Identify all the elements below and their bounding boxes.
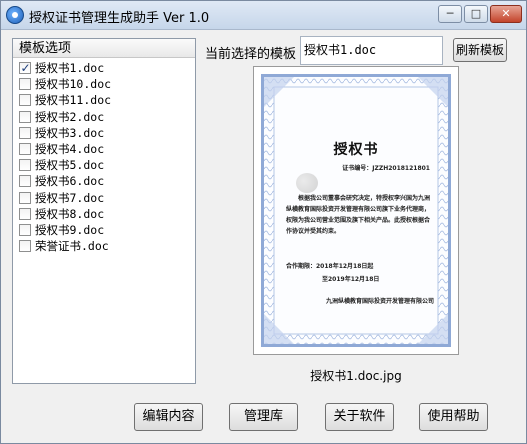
template-item[interactable]: 授权书7.doc (13, 190, 195, 206)
certificate-preview: 授权书 证书编号：JZZH2018121801 根据我公司董事会研究决定，特授权… (253, 66, 459, 355)
close-button[interactable]: ✕ (490, 5, 522, 23)
certificate-emblem-icon (296, 173, 318, 193)
minimize-icon: ─ (446, 7, 454, 20)
template-item-label: 授权书10.doc (35, 77, 112, 92)
template-checkbox[interactable] (19, 223, 31, 236)
template-listbox[interactable]: 模板选项 授权书1.doc 授权书10.doc 授权书11.doc 授权书2.d… (12, 38, 196, 384)
certificate-image: 授权书 证书编号：JZZH2018121801 根据我公司董事会研究决定，特授权… (261, 74, 451, 347)
template-checkbox[interactable] (19, 207, 31, 220)
template-item[interactable]: 荣誉证书.doc (13, 238, 195, 254)
edit-content-button[interactable]: 编辑内容 (134, 403, 203, 431)
template-item-label: 授权书3.doc (35, 125, 105, 140)
template-checkbox[interactable] (19, 94, 31, 107)
certificate-body-text: 根据我公司董事会研究决定，特授权李兴国为九洲纵横教育国际投资开发管理有限公司旗下… (286, 195, 431, 235)
template-item[interactable]: 授权书5.doc (13, 157, 195, 173)
help-button[interactable]: 使用帮助 (419, 403, 488, 431)
certificate-period-end: 至2019年12月18日 (322, 276, 380, 283)
template-checkbox[interactable] (19, 110, 31, 123)
template-item[interactable]: 授权书1.doc (13, 60, 195, 76)
title-bar[interactable]: 授权证书管理生成助手 Ver 1.0 ─ □ ✕ (1, 1, 526, 30)
template-item[interactable]: 授权书11.doc (13, 92, 195, 108)
maximize-icon: □ (470, 7, 482, 20)
template-item[interactable]: 授权书9.doc (13, 222, 195, 238)
template-item-label: 荣誉证书.doc (35, 239, 109, 254)
template-item-label: 授权书1.doc (35, 61, 105, 75)
app-logo-icon (6, 6, 24, 24)
certificate-period-start: 合作期限：2018年12月18日起 (286, 263, 374, 270)
minimize-button[interactable]: ─ (438, 5, 462, 23)
template-item-label: 授权书8.doc (35, 206, 105, 221)
close-icon: ✕ (501, 7, 511, 20)
template-item[interactable]: 授权书6.doc (13, 173, 195, 189)
template-item-label: 授权书6.doc (35, 174, 105, 189)
template-item[interactable]: 授权书4.doc (13, 141, 195, 157)
certificate-title: 授权书 (333, 142, 379, 158)
template-checkbox[interactable] (19, 78, 31, 91)
about-software-button[interactable]: 关于软件 (325, 403, 394, 431)
template-item[interactable]: 授权书2.doc (13, 109, 195, 125)
template-checkbox[interactable] (19, 159, 31, 172)
template-item[interactable]: 授权书8.doc (13, 206, 195, 222)
maximize-button[interactable]: □ (464, 5, 488, 23)
template-item-label: 授权书5.doc (35, 158, 105, 173)
current-template-field[interactable]: 授权书1.doc (300, 36, 443, 65)
template-item-label: 授权书4.doc (35, 141, 105, 156)
template-checkbox[interactable] (19, 191, 31, 204)
certificate-body: 根据我公司董事会研究决定，特授权李兴国为九洲纵横教育国际投资开发管理有限公司旗下… (286, 193, 432, 237)
certificate-number: 证书编号：JZZH2018121801 (342, 165, 430, 172)
current-template-label: 当前选择的模板 (205, 47, 297, 62)
template-item-label: 授权书7.doc (35, 190, 105, 205)
template-item-label: 授权书2.doc (35, 109, 105, 124)
refresh-templates-button[interactable]: 刷新模板 (453, 38, 507, 62)
template-checkbox[interactable] (19, 175, 31, 188)
template-list-items: 授权书1.doc 授权书10.doc 授权书11.doc 授权书2.doc 授权… (13, 60, 195, 254)
window-title: 授权证书管理生成助手 Ver 1.0 (29, 11, 210, 26)
template-item[interactable]: 授权书10.doc (13, 76, 195, 92)
template-item-label: 授权书9.doc (35, 222, 105, 237)
preview-caption: 授权书1.doc.jpg (310, 369, 402, 383)
template-item[interactable]: 授权书3.doc (13, 125, 195, 141)
manage-library-button[interactable]: 管理库 (229, 403, 298, 431)
template-checkbox[interactable] (19, 240, 31, 253)
template-checkbox[interactable] (19, 60, 31, 76)
main-window: 授权证书管理生成助手 Ver 1.0 ─ □ ✕ 模板选项 授权书1.doc 授… (0, 0, 527, 444)
certificate-organization: 九洲纵横教育国际投资开发管理有限公司 (325, 298, 434, 305)
template-checkbox[interactable] (19, 142, 31, 155)
template-checkbox[interactable] (19, 126, 31, 139)
template-item-label: 授权书11.doc (35, 93, 112, 108)
template-list-header: 模板选项 (13, 39, 195, 58)
